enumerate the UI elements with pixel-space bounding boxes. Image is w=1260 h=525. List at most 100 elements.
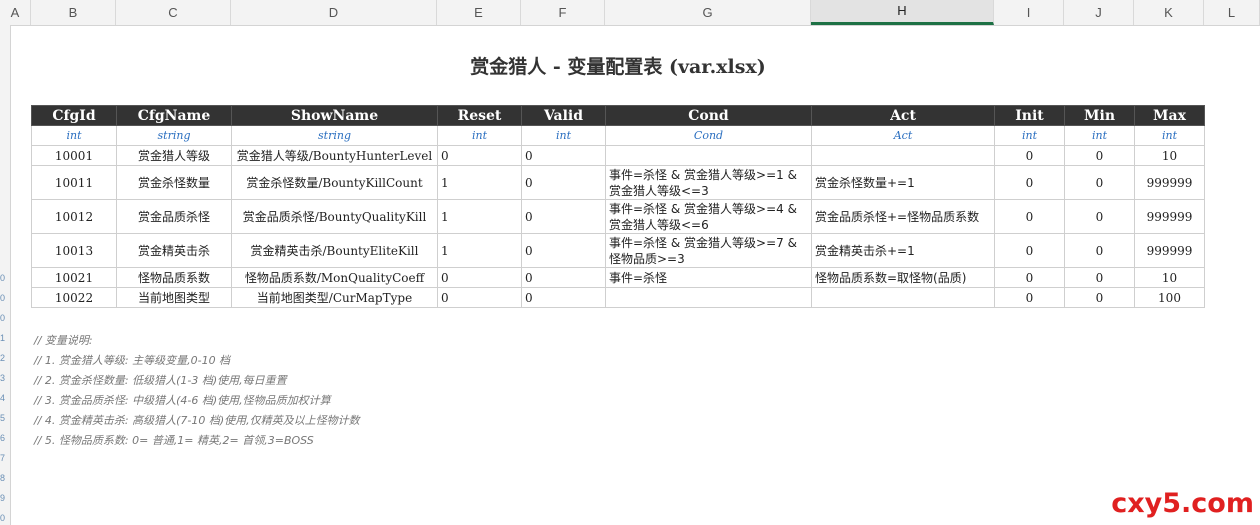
cell-reset[interactable]: 1 bbox=[437, 233, 522, 268]
row-number[interactable]: 3 bbox=[0, 373, 10, 383]
type-cell[interactable]: int bbox=[31, 125, 117, 146]
column-header-j[interactable]: J bbox=[1064, 0, 1134, 25]
row-number[interactable]: 9 bbox=[0, 493, 10, 503]
cell-cond[interactable]: 事件=杀怪 & 赏金猎人等级>=4 & 赏金猎人等级<=6 bbox=[605, 199, 812, 234]
cell-cfgid[interactable]: 10013 bbox=[31, 233, 117, 268]
cell-min[interactable]: 0 bbox=[1064, 145, 1135, 166]
column-header-h[interactable]: H bbox=[811, 0, 994, 25]
type-cell[interactable]: int bbox=[437, 125, 522, 146]
cell-init[interactable]: 0 bbox=[994, 165, 1065, 200]
cell-cond[interactable] bbox=[605, 287, 812, 308]
cell-cfgid[interactable]: 10021 bbox=[31, 267, 117, 288]
row-number[interactable]: 4 bbox=[0, 393, 10, 403]
cell-valid[interactable]: 0 bbox=[521, 165, 606, 200]
cell-act[interactable]: 怪物品质系数=取怪物(品质) bbox=[811, 267, 995, 288]
comment-line[interactable]: // 变量说明: bbox=[34, 331, 360, 351]
header-cell-cfgid[interactable]: CfgId bbox=[31, 105, 117, 126]
type-cell[interactable]: int bbox=[994, 125, 1065, 146]
cell-min[interactable]: 0 bbox=[1064, 233, 1135, 268]
type-cell[interactable]: Cond bbox=[605, 125, 812, 146]
type-cell[interactable]: int bbox=[521, 125, 606, 146]
cell-showname[interactable]: 赏金杀怪数量/BountyKillCount bbox=[231, 165, 438, 200]
type-cell[interactable]: int bbox=[1064, 125, 1135, 146]
cell-max[interactable]: 999999 bbox=[1134, 199, 1205, 234]
cell-max[interactable]: 999999 bbox=[1134, 165, 1205, 200]
cell-min[interactable]: 0 bbox=[1064, 199, 1135, 234]
cell-cfgname[interactable]: 赏金猎人等级 bbox=[116, 145, 232, 166]
header-cell-max[interactable]: Max bbox=[1134, 105, 1205, 126]
cell-showname[interactable]: 赏金猎人等级/BountyHunterLevel bbox=[231, 145, 438, 166]
cell-reset[interactable]: 0 bbox=[437, 267, 522, 288]
cell-cond[interactable]: 事件=杀怪 bbox=[605, 267, 812, 288]
header-cell-min[interactable]: Min bbox=[1064, 105, 1135, 126]
row-number[interactable]: 0 bbox=[0, 513, 10, 523]
cell-valid[interactable]: 0 bbox=[521, 267, 606, 288]
column-header-b[interactable]: B bbox=[31, 0, 116, 25]
cell-cfgid[interactable]: 10022 bbox=[31, 287, 117, 308]
cell-init[interactable]: 0 bbox=[994, 233, 1065, 268]
cell-showname[interactable]: 当前地图类型/CurMapType bbox=[231, 287, 438, 308]
header-cell-showname[interactable]: ShowName bbox=[231, 105, 438, 126]
cell-act[interactable] bbox=[811, 145, 995, 166]
column-header-e[interactable]: E bbox=[437, 0, 521, 25]
cell-showname[interactable]: 赏金精英击杀/BountyEliteKill bbox=[231, 233, 438, 268]
cell-cfgid[interactable]: 10011 bbox=[31, 165, 117, 200]
row-number[interactable]: 6 bbox=[0, 433, 10, 443]
comment-line[interactable]: // 5. 怪物品质系数: 0= 普通,1= 精英,2= 首领,3=BOSS bbox=[34, 431, 360, 451]
cell-cfgname[interactable]: 赏金杀怪数量 bbox=[116, 165, 232, 200]
column-header-g[interactable]: G bbox=[605, 0, 811, 25]
row-number[interactable]: 0 bbox=[0, 293, 10, 303]
row-number[interactable]: 0 bbox=[0, 273, 10, 283]
cell-init[interactable]: 0 bbox=[994, 287, 1065, 308]
cell-reset[interactable]: 1 bbox=[437, 199, 522, 234]
cell-act[interactable]: 赏金精英击杀+=1 bbox=[811, 233, 995, 268]
column-header-c[interactable]: C bbox=[116, 0, 231, 25]
cell-reset[interactable]: 1 bbox=[437, 165, 522, 200]
cell-cond[interactable]: 事件=杀怪 & 赏金猎人等级>=7 & 怪物品质>=3 bbox=[605, 233, 812, 268]
cell-min[interactable]: 0 bbox=[1064, 165, 1135, 200]
cell-cfgid[interactable]: 10001 bbox=[31, 145, 117, 166]
cell-reset[interactable]: 0 bbox=[437, 287, 522, 308]
sheet-title[interactable]: 赏金猎人 - 变量配置表 (var.xlsx) bbox=[32, 52, 1204, 79]
cell-reset[interactable]: 0 bbox=[437, 145, 522, 166]
header-cell-act[interactable]: Act bbox=[811, 105, 995, 126]
cell-max[interactable]: 999999 bbox=[1134, 233, 1205, 268]
column-header-a[interactable]: A bbox=[0, 0, 31, 25]
header-cell-cfgname[interactable]: CfgName bbox=[116, 105, 232, 126]
row-number[interactable]: 5 bbox=[0, 413, 10, 423]
comment-line[interactable]: // 3. 赏金品质杀怪: 中级猎人(4-6 档)使用,怪物品质加权计算 bbox=[34, 391, 360, 411]
column-header-l[interactable]: L bbox=[1204, 0, 1260, 25]
header-cell-reset[interactable]: Reset bbox=[437, 105, 522, 126]
cell-init[interactable]: 0 bbox=[994, 145, 1065, 166]
type-cell[interactable]: Act bbox=[811, 125, 995, 146]
cell-cfgname[interactable]: 赏金精英击杀 bbox=[116, 233, 232, 268]
cell-valid[interactable]: 0 bbox=[521, 287, 606, 308]
cell-init[interactable]: 0 bbox=[994, 267, 1065, 288]
row-number[interactable]: 1 bbox=[0, 333, 10, 343]
header-cell-init[interactable]: Init bbox=[994, 105, 1065, 126]
row-number[interactable]: 2 bbox=[0, 353, 10, 363]
cell-act[interactable]: 赏金品质杀怪+=怪物品质系数 bbox=[811, 199, 995, 234]
cell-act[interactable] bbox=[811, 287, 995, 308]
cell-init[interactable]: 0 bbox=[994, 199, 1065, 234]
cell-cond[interactable] bbox=[605, 145, 812, 166]
cell-min[interactable]: 0 bbox=[1064, 267, 1135, 288]
cell-cond[interactable]: 事件=杀怪 & 赏金猎人等级>=1 & 赏金猎人等级<=3 bbox=[605, 165, 812, 200]
cell-act[interactable]: 赏金杀怪数量+=1 bbox=[811, 165, 995, 200]
row-number[interactable]: 8 bbox=[0, 473, 10, 483]
cell-max[interactable]: 10 bbox=[1134, 267, 1205, 288]
cell-cfgname[interactable]: 怪物品质系数 bbox=[116, 267, 232, 288]
column-header-i[interactable]: I bbox=[994, 0, 1064, 25]
cell-max[interactable]: 10 bbox=[1134, 145, 1205, 166]
type-cell[interactable]: string bbox=[231, 125, 438, 146]
row-number[interactable]: 0 bbox=[0, 313, 10, 323]
cell-showname[interactable]: 赏金品质杀怪/BountyQualityKill bbox=[231, 199, 438, 234]
cell-min[interactable]: 0 bbox=[1064, 287, 1135, 308]
row-number[interactable]: 7 bbox=[0, 453, 10, 463]
cell-cfgname[interactable]: 赏金品质杀怪 bbox=[116, 199, 232, 234]
header-cell-valid[interactable]: Valid bbox=[521, 105, 606, 126]
column-header-d[interactable]: D bbox=[231, 0, 437, 25]
type-cell[interactable]: int bbox=[1134, 125, 1205, 146]
cell-max[interactable]: 100 bbox=[1134, 287, 1205, 308]
cell-cfgid[interactable]: 10012 bbox=[31, 199, 117, 234]
